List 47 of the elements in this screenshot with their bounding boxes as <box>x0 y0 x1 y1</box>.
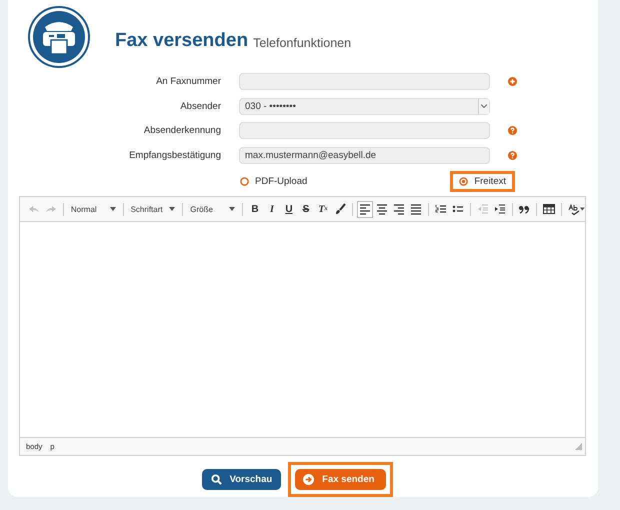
preview-button[interactable]: Vorschau <box>202 469 282 490</box>
format-dropdown[interactable]: Normal <box>68 200 119 218</box>
page-subtitle: Telefonfunktionen <box>253 36 352 50</box>
strike-button[interactable]: S <box>298 200 314 218</box>
bold-button[interactable]: B <box>246 200 263 218</box>
fax-machine-icon <box>27 5 91 69</box>
resize-handle-icon[interactable] <box>575 443 582 450</box>
undo-icon <box>28 203 40 215</box>
caret-icon <box>169 207 176 211</box>
radio-option[interactable]: Freitext <box>450 171 515 192</box>
field-label: Empfangsbestätigung <box>128 150 221 160</box>
align-justify-icon <box>410 203 422 215</box>
input-field[interactable] <box>239 73 490 90</box>
spellcheck-icon <box>568 203 580 215</box>
caret-icon <box>110 207 116 211</box>
align-left-icon <box>358 203 371 215</box>
format-dropdown[interactable]: Größe <box>187 200 238 218</box>
format-dropdown[interactable]: Schriftart <box>128 200 178 218</box>
search-icon <box>210 474 222 485</box>
add-icon[interactable] <box>508 77 517 86</box>
field-label: An Faxnummer <box>155 76 221 87</box>
indent-icon <box>494 203 506 215</box>
arrow-right-icon <box>303 474 314 485</box>
italic-button[interactable]: I <box>264 200 280 218</box>
input-field[interactable]: max.mustermann@easybell.de <box>239 146 490 164</box>
caret-icon <box>478 98 489 114</box>
quote-icon <box>518 203 530 215</box>
help-icon[interactable] <box>508 150 517 160</box>
field-label: Absenderkennung <box>142 125 221 136</box>
align-right-icon <box>392 203 405 215</box>
page-title: Fax versenden <box>115 30 248 52</box>
table-icon <box>543 203 556 215</box>
redo-icon <box>44 203 57 215</box>
radio-option[interactable]: PDF-Upload <box>231 171 316 192</box>
align-left-button[interactable] <box>356 200 373 218</box>
input-field[interactable] <box>239 122 490 139</box>
sender-select[interactable]: 030 - •••••••• <box>239 98 490 114</box>
outdent-icon <box>476 203 489 215</box>
align-center-icon <box>376 203 388 215</box>
brush-icon <box>334 203 346 215</box>
field-label: Absender <box>179 100 221 112</box>
numbered-list-icon <box>434 203 447 215</box>
help-icon[interactable] <box>508 126 517 135</box>
bullet-list-icon <box>452 203 464 215</box>
underline-button[interactable]: U <box>280 200 297 218</box>
caret-icon <box>580 207 585 211</box>
caret-icon <box>229 207 236 211</box>
